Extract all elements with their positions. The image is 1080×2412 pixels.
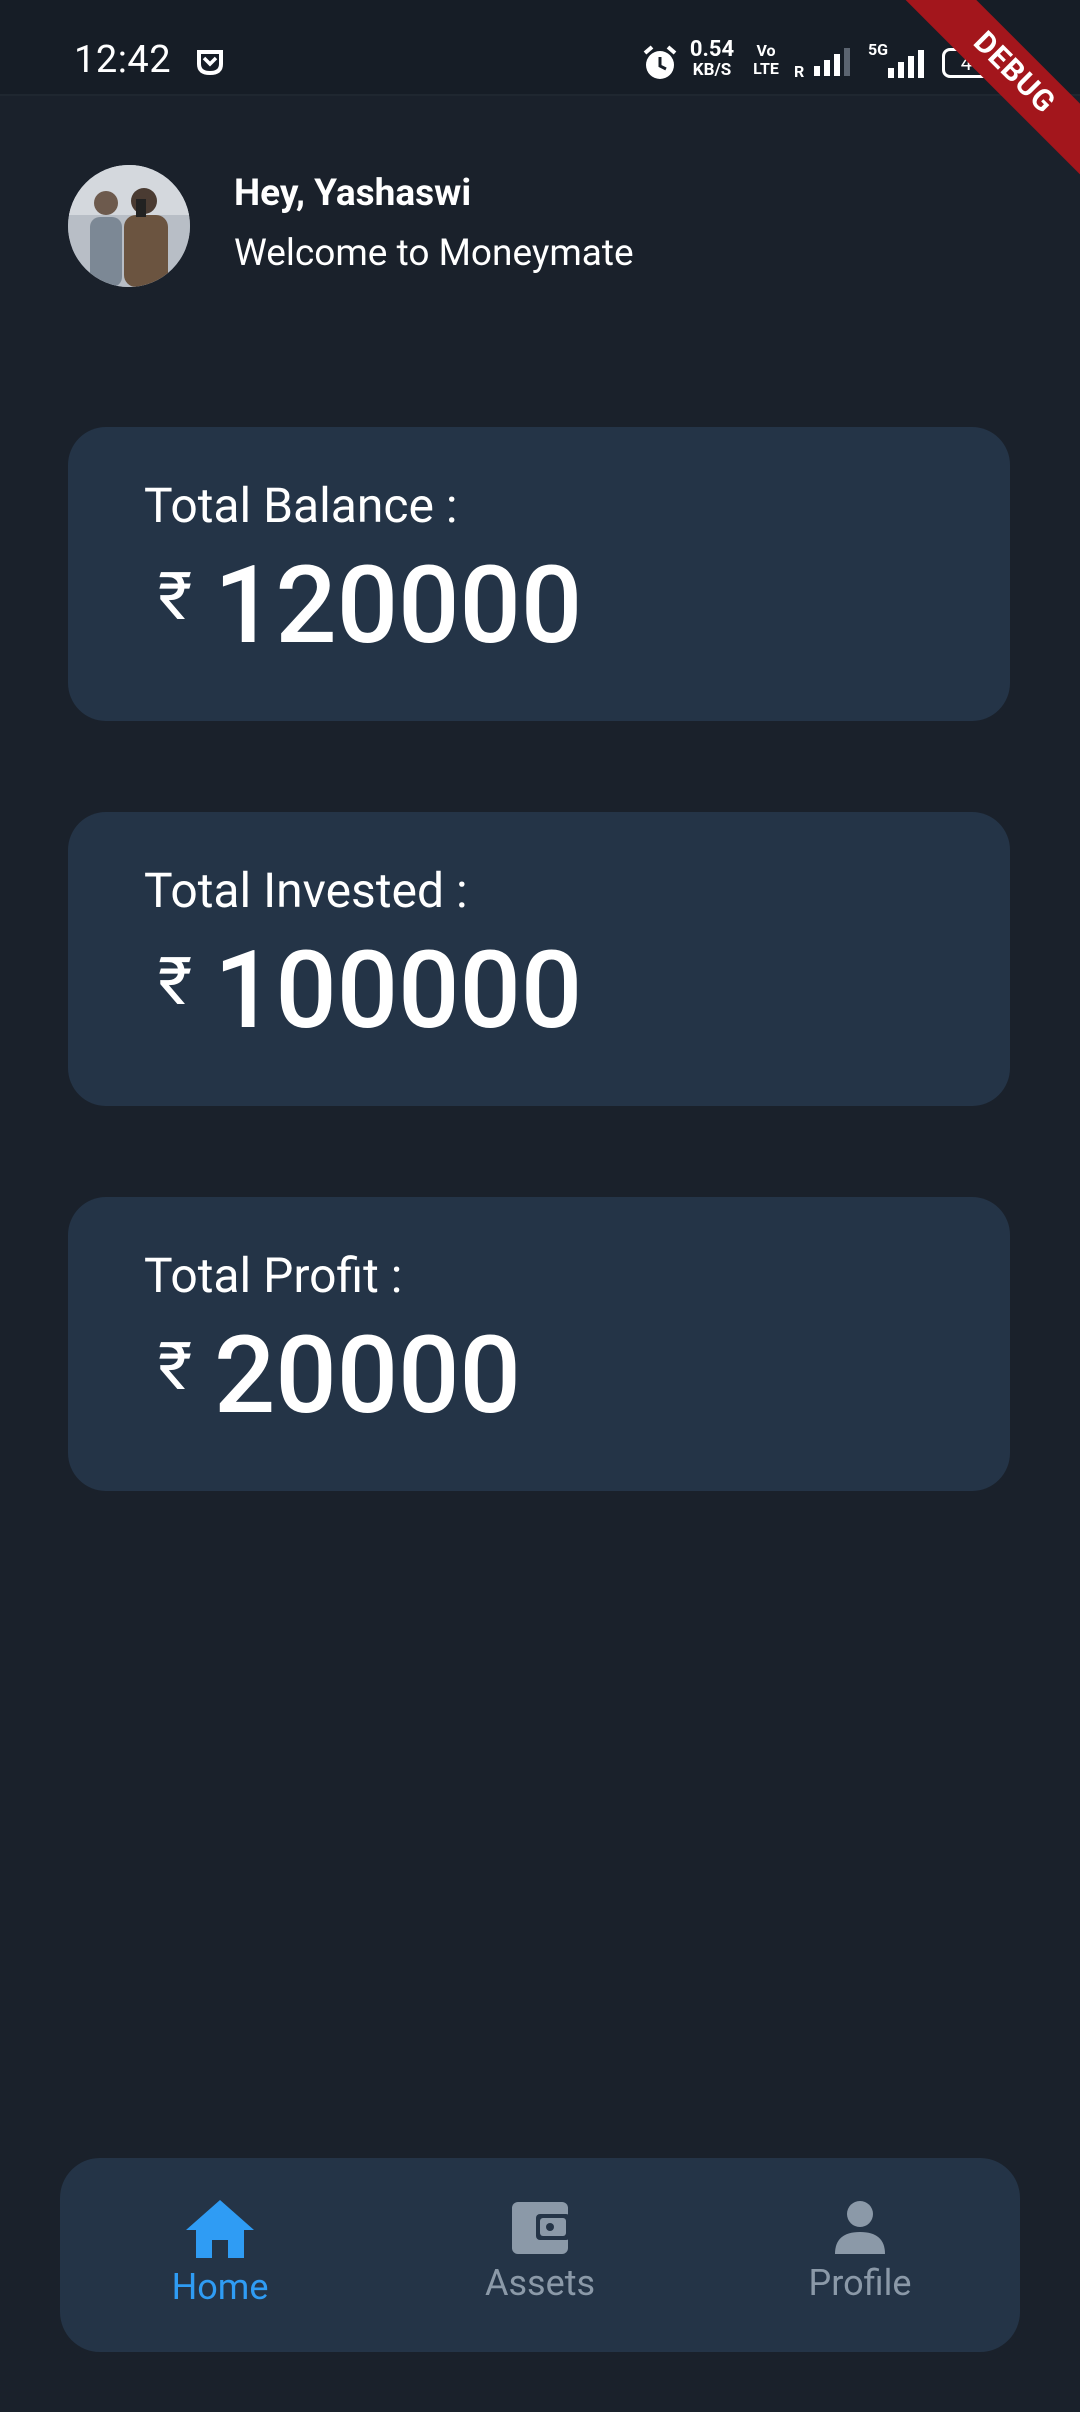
roaming-indicator: R — [794, 62, 805, 81]
rupee-icon: ₹ — [158, 944, 193, 1021]
total-balance-card: Total Balance : ₹ 120000 — [68, 427, 1010, 721]
volte-bottom: LTE — [753, 59, 779, 78]
nav-item-profile[interactable]: Profile — [760, 2198, 960, 2318]
nav-item-home[interactable]: Home — [120, 2198, 320, 2318]
greeting-name: Hey, Yashaswi — [234, 172, 472, 215]
avatar[interactable] — [68, 165, 190, 287]
total-invested-value: 100000 — [214, 928, 583, 1054]
wallet-icon — [512, 2202, 570, 2254]
total-invested-card: Total Invested : ₹ 100000 — [68, 812, 1010, 1106]
total-invested-label: Total Invested : — [144, 862, 468, 919]
total-balance-value: 120000 — [214, 543, 583, 669]
network-speed: 0.54 KB/S — [684, 37, 740, 81]
nav-label-profile: Profile — [808, 2262, 912, 2304]
volte-indicator: Vo LTE — [746, 42, 786, 78]
network-speed-unit: KB/S — [692, 60, 732, 80]
total-profit-card: Total Profit : ₹ 20000 — [68, 1197, 1010, 1491]
signal-strength-icon — [814, 48, 850, 76]
signal-strength-5g-icon — [888, 50, 924, 78]
nav-label-assets: Assets — [484, 2262, 596, 2304]
total-profit-value: 20000 — [214, 1313, 521, 1439]
status-bar: 12:42 0.54 KB/S Vo LTE R 5G — [0, 0, 1080, 96]
volte-top: Vo — [756, 41, 776, 60]
total-balance-label: Total Balance : — [144, 477, 458, 534]
avatar-photo — [68, 165, 190, 287]
rupee-icon: ₹ — [158, 559, 193, 636]
alarm-icon — [643, 45, 677, 79]
welcome-text: Welcome to Moneymate — [234, 232, 634, 275]
app-notification-icon — [197, 50, 223, 76]
network-speed-value: 0.54 — [689, 37, 735, 62]
total-profit-label: Total Profit : — [144, 1247, 403, 1304]
home-icon — [186, 2200, 254, 2258]
nav-item-assets[interactable]: Assets — [440, 2198, 640, 2318]
person-icon — [835, 2201, 885, 2254]
rupee-icon: ₹ — [158, 1329, 193, 1406]
nav-label-home: Home — [171, 2266, 269, 2308]
home-screen: 12:42 0.54 KB/S Vo LTE R 5G DEBUG Hey, Y… — [0, 0, 1080, 2412]
status-time: 12:42 — [74, 38, 172, 82]
bottom-navigation: Home Assets Profile — [60, 2158, 1020, 2352]
